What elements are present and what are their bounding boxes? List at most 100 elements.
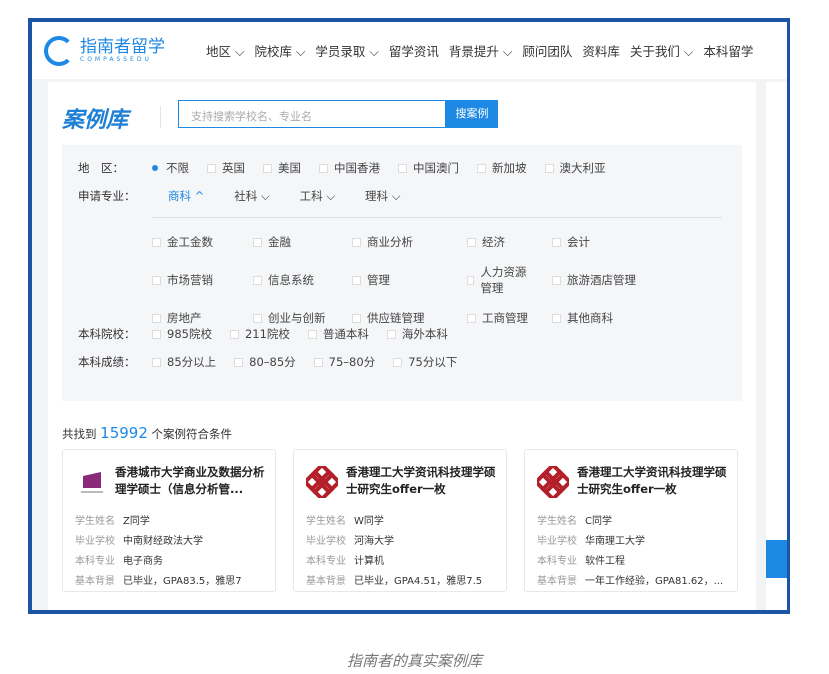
checkbox[interactable] [253,275,262,285]
nav-item[interactable]: 本科留学 [703,41,753,60]
info-value: 河海大学 [354,536,394,547]
subject-option[interactable]: 金工金数 [152,234,235,250]
checkbox[interactable] [152,237,161,247]
checkbox[interactable] [552,313,561,323]
info-key: 学生姓名 [537,516,577,527]
nav-item[interactable]: 关于我们 ⌵ [630,41,693,60]
option-label: 中国澳门 [413,161,459,175]
case-card[interactable]: 香港城市大学商业及数据分析理学硕士（信息分析管... 学生姓名 Z同学 毕业学校 中南财… [62,449,276,592]
logo[interactable]: 指南者留学 COMPASSEDU [44,35,194,66]
subject-option[interactable]: 创业与创新 [253,310,334,326]
info-value: 电子商务 [123,556,163,567]
filter-option[interactable]: 海外本科 [386,326,448,342]
subject-option[interactable]: 金融 [253,234,334,250]
checkbox[interactable] [352,275,361,285]
main-nav: 地区 ⌵ 院校库 ⌵ 学员录取 ⌵ 留学资讯 背景提升 ⌵ 顾问团队 资料库 关于我们 ⌵ 本科… [206,41,753,60]
filter-option[interactable]: 985院校 [152,326,212,342]
nav-item[interactable]: 院校库 ⌵ [254,41,305,60]
checkbox[interactable] [544,163,554,173]
subject-option[interactable]: 经济 [467,234,534,250]
checkbox[interactable] [234,357,244,367]
checkbox[interactable] [552,275,561,285]
filter-option[interactable]: 75分以下 [393,354,457,370]
major-group-tab[interactable]: 商科 ^ [168,188,204,204]
checkbox[interactable] [319,163,328,173]
subject-option[interactable]: 工商管理 [467,310,534,326]
checkbox[interactable] [398,163,407,173]
checkbox[interactable] [352,313,361,323]
checkbox[interactable] [313,357,323,367]
filter-option[interactable]: 85分以上 [152,354,216,370]
checkbox[interactable] [307,329,317,339]
subject-option[interactable]: 管理 [352,264,449,296]
option-label: 创业与创新 [268,311,326,325]
info-value: 已毕业，GPA83.5，雅思7 [123,576,242,587]
filter-option[interactable]: 美国 [263,160,301,176]
filter-option[interactable]: 中国澳门 [398,160,459,176]
subject-option[interactable]: 房地产 [152,310,235,326]
filter-option[interactable]: 澳大利亚 [544,160,606,176]
checkbox[interactable] [552,237,561,247]
search-button[interactable]: 搜案例 [446,100,498,128]
checkbox[interactable] [393,357,403,367]
nav-item[interactable]: 背景提升 ⌵ [449,41,512,60]
nav-item[interactable]: 资料库 [582,41,620,60]
case-card[interactable]: 香港理工大学资讯科技理学硕士研究生offer一枚 学生姓名 C同学 毕业学校 华南理工大… [524,449,738,592]
subject-option[interactable]: 旅游酒店管理 [552,264,644,296]
nav-item[interactable]: 地区 ⌵ [206,41,244,60]
nav-item[interactable]: 学员录取 ⌵ [315,41,378,60]
checkbox[interactable] [477,163,486,173]
info-key: 学生姓名 [75,516,115,527]
checkbox[interactable] [386,329,396,339]
subject-option[interactable]: 商业分析 [352,234,449,250]
subject-option[interactable]: 供应链管理 [352,310,449,326]
divider [160,106,161,128]
filter-option[interactable]: 211院校 [229,326,290,342]
option-label: 211院校 [244,327,290,341]
case-title[interactable]: 香港理工大学资讯科技理学硕士研究生offer一枚 [577,464,727,498]
site-header: 指南者留学 COMPASSEDU 地区 ⌵ 院校库 ⌵ 学员录取 ⌵ 留学资讯 背景提升… [32,22,787,79]
nav-item[interactable]: 顾问团队 [522,41,572,60]
checkbox[interactable] [152,329,161,339]
case-title[interactable]: 香港理工大学资讯科技理学硕士研究生offer一枚 [346,464,496,498]
major-group-tab[interactable]: 理科 ⌵ [365,188,400,204]
checkbox[interactable] [467,313,476,323]
checkbox[interactable] [253,237,262,247]
subject-option[interactable]: 会计 [552,234,644,250]
filter-option[interactable]: 80–85分 [234,354,296,370]
major-group-tab[interactable]: 工科 ⌵ [300,188,335,204]
float-button[interactable] [766,540,787,578]
checkbox[interactable] [253,313,262,323]
checkbox[interactable] [152,313,161,323]
checkbox[interactable] [467,275,475,285]
filter-panel: 地 区： 不限 英国 美国 中国香港 中国澳门 新加坡 澳大利亚 申请专业： 商科 ^ 社科 ⌵ 工… [62,145,742,401]
checkbox[interactable] [467,237,476,247]
checkbox[interactable] [207,163,216,173]
filter-option[interactable]: 英国 [207,160,245,176]
major-group-tab[interactable]: 社科 ⌵ [234,188,269,204]
filter-option[interactable]: 不限 [152,160,189,176]
search-input[interactable]: 支持搜索学校名、专业名 [178,100,446,128]
filter-option[interactable]: 普通本科 [307,326,369,342]
case-title[interactable]: 香港城市大学商业及数据分析理学硕士（信息分析管... [115,464,265,498]
checkbox[interactable] [263,163,272,173]
option-label: 普通本科 [322,327,369,341]
option-label: 985院校 [167,327,212,341]
checkbox[interactable] [352,237,361,247]
subject-option[interactable]: 信息系统 [253,264,334,296]
checkbox[interactable] [229,329,239,339]
filter-option[interactable]: 75–80分 [313,354,375,370]
filter-option[interactable]: 中国香港 [319,160,380,176]
filter-option[interactable]: 新加坡 [477,160,527,176]
subject-option[interactable]: 其他商科 [552,310,644,326]
subject-option[interactable]: 人力资源管理 [467,264,534,296]
option-label: 旅游酒店管理 [567,273,636,287]
checkbox[interactable] [152,275,161,285]
case-card[interactable]: 香港理工大学资讯科技理学硕士研究生offer一枚 学生姓名 W同学 毕业学校 河海大学本… [293,449,507,592]
option-label: 信息系统 [268,273,314,287]
nav-item[interactable]: 留学资讯 [389,41,439,60]
subject-option[interactable]: 市场营销 [152,264,235,296]
page-title: 案例库 [62,108,129,133]
checkbox[interactable] [152,357,161,367]
info-key: 基本背景 [537,576,577,587]
